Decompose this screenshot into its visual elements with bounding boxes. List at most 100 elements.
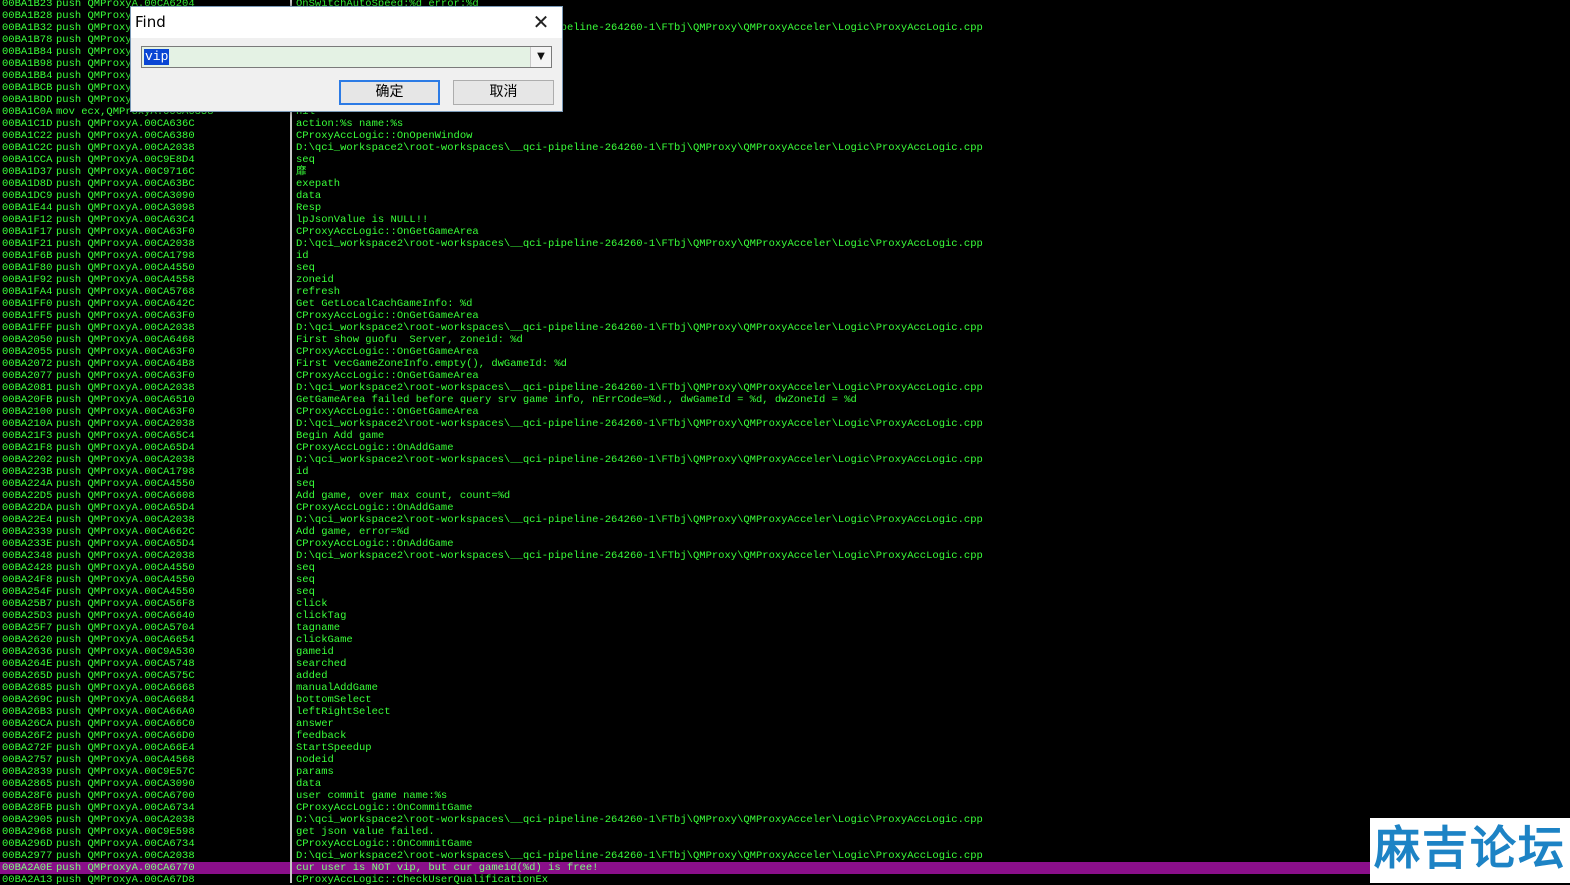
listing-row[interactable]: 00BA2100 push QMProxyA.00CA63F0 CProxyAc… <box>0 406 1570 418</box>
row-instruction: push QMProxyA.00CA6734 <box>56 838 195 850</box>
row-instruction: push QMProxyA.00C9716C <box>56 166 195 178</box>
listing-row[interactable]: 00BA21F3 push QMProxyA.00CA65C4 Begin Ad… <box>0 430 1570 442</box>
listing-row[interactable]: 00BA2839 push QMProxyA.00C9E57C params <box>0 766 1570 778</box>
listing-row[interactable]: 00BA26CA push QMProxyA.00CA66C0 answer <box>0 718 1570 730</box>
listing-row[interactable]: 00BA1DC9 push QMProxyA.00CA3090 data <box>0 190 1570 202</box>
row-instruction: push QMProxyA.00CA3090 <box>56 778 195 790</box>
listing-row[interactable]: 00BA25B7 push QMProxyA.00CA56F8 click <box>0 598 1570 610</box>
listing-row[interactable]: 00BA2A0E push QMProxyA.00CA6770 cur user… <box>0 862 1570 874</box>
listing-row[interactable]: 00BA28F6 push QMProxyA.00CA6700 user com… <box>0 790 1570 802</box>
listing-row[interactable]: 00BA2905 push QMProxyA.00CA2038 D:\qci_w… <box>0 814 1570 826</box>
row-instruction: push QMProxyA.00CA63BC <box>56 178 195 190</box>
listing-row[interactable]: 00BA254F push QMProxyA.00CA4550 seq <box>0 586 1570 598</box>
listing-row[interactable]: 00BA2968 push QMProxyA.00C9E598 get json… <box>0 826 1570 838</box>
listing-row[interactable]: 00BA28FB push QMProxyA.00CA6734 CProxyAc… <box>0 802 1570 814</box>
row-string: gameid <box>296 646 334 658</box>
listing-row[interactable]: 00BA2348 push QMProxyA.00CA2038 D:\qci_w… <box>0 550 1570 562</box>
listing-row[interactable]: 00BA210A push QMProxyA.00CA2038 D:\qci_w… <box>0 418 1570 430</box>
search-combobox[interactable]: vip ▼ <box>141 46 552 68</box>
listing-row[interactable]: 00BA2077 push QMProxyA.00CA63F0 CProxyAc… <box>0 370 1570 382</box>
listing-row[interactable]: 00BA26B3 push QMProxyA.00CA66A0 leftRigh… <box>0 706 1570 718</box>
listing-row[interactable]: 00BA1E44 push QMProxyA.00CA3098 Resp <box>0 202 1570 214</box>
row-instruction: push QMProxyA.00CA65D4 <box>56 538 195 550</box>
listing-row[interactable]: 00BA224A push QMProxyA.00CA4550 seq <box>0 478 1570 490</box>
listing-row[interactable]: 00BA1F21 push QMProxyA.00CA2038 D:\qci_w… <box>0 238 1570 250</box>
listing-row[interactable]: 00BA22D5 push QMProxyA.00CA6608 Add game… <box>0 490 1570 502</box>
row-address: 00BA26B3 <box>2 706 53 718</box>
listing-row[interactable]: 00BA25F7 push QMProxyA.00CA5704 tagname <box>0 622 1570 634</box>
listing-row[interactable]: 00BA2050 push QMProxyA.00CA6468 First sh… <box>0 334 1570 346</box>
listing-row[interactable]: 00BA269C push QMProxyA.00CA6684 bottomSe… <box>0 694 1570 706</box>
row-address: 00BA1F6B <box>2 250 53 262</box>
listing-row[interactable]: 00BA2339 push QMProxyA.00CA662C Add game… <box>0 526 1570 538</box>
ok-button[interactable]: 确定 <box>339 80 440 105</box>
listing-row[interactable]: 00BA265D push QMProxyA.00CA575C added <box>0 670 1570 682</box>
row-address: 00BA2620 <box>2 634 53 646</box>
listing-row[interactable]: 00BA1C2C push QMProxyA.00CA2038 D:\qci_w… <box>0 142 1570 154</box>
row-instruction: push QMProxyA.00CA4558 <box>56 274 195 286</box>
search-input[interactable]: vip <box>144 49 170 65</box>
listing-row[interactable]: 00BA2072 push QMProxyA.00CA64B8 First ve… <box>0 358 1570 370</box>
listing-row[interactable]: 00BA2055 push QMProxyA.00CA63F0 CProxyAc… <box>0 346 1570 358</box>
row-instruction: push QMProxyA.00CA6684 <box>56 694 195 706</box>
listing-row[interactable]: 00BA1CCA push QMProxyA.00C9E8D4 seq <box>0 154 1570 166</box>
row-string: zoneid <box>296 274 334 286</box>
listing-row[interactable]: 00BA2757 push QMProxyA.00CA4568 nodeid <box>0 754 1570 766</box>
listing-row[interactable]: 00BA2865 push QMProxyA.00CA3090 data <box>0 778 1570 790</box>
row-string: id <box>296 250 309 262</box>
listing-row[interactable]: 00BA264E push QMProxyA.00CA5748 searched <box>0 658 1570 670</box>
listing-row[interactable]: 00BA2A13 push QMProxyA.00CA67D8 CProxyAc… <box>0 874 1570 885</box>
listing-row[interactable]: 00BA223B push QMProxyA.00CA1798 id <box>0 466 1570 478</box>
row-instruction: push QMProxyA.00CA66E4 <box>56 742 195 754</box>
listing-row[interactable]: 00BA1F6B push QMProxyA.00CA1798 id <box>0 250 1570 262</box>
row-address: 00BA2348 <box>2 550 53 562</box>
row-string: CProxyAccLogic::OnCommitGame <box>296 838 473 850</box>
listing-row[interactable]: 00BA20FB push QMProxyA.00CA6510 GetGameA… <box>0 394 1570 406</box>
listing-row[interactable]: 00BA24F8 push QMProxyA.00CA4550 seq <box>0 574 1570 586</box>
listing-row[interactable]: 00BA26F2 push QMProxyA.00CA66D0 feedback <box>0 730 1570 742</box>
row-address: 00BA1C2C <box>2 142 53 154</box>
listing-row[interactable]: 00BA1D8D push QMProxyA.00CA63BC exepath <box>0 178 1570 190</box>
listing-row[interactable]: 00BA2685 push QMProxyA.00CA6668 manualAd… <box>0 682 1570 694</box>
row-instruction: push QMProxyA.00CA6468 <box>56 334 195 346</box>
listing-row[interactable]: 00BA1C22 push QMProxyA.00CA6380 CProxyAc… <box>0 130 1570 142</box>
dialog-titlebar[interactable]: Find ✕ <box>131 7 562 38</box>
row-string: manualAddGame <box>296 682 378 694</box>
watermark-logo: 麻吉论坛 <box>1370 818 1570 883</box>
listing-row[interactable]: 00BA1FA4 push QMProxyA.00CA5768 refresh <box>0 286 1570 298</box>
listing-row[interactable]: 00BA1FF0 push QMProxyA.00CA642C Get GetL… <box>0 298 1570 310</box>
listing-row[interactable]: 00BA2620 push QMProxyA.00CA6654 clickGam… <box>0 634 1570 646</box>
listing-row[interactable]: 00BA1C1D push QMProxyA.00CA636C action:%… <box>0 118 1570 130</box>
listing-row[interactable]: 00BA1D37 push QMProxyA.00C9716C 靡 <box>0 166 1570 178</box>
chevron-down-icon[interactable]: ▼ <box>530 47 551 67</box>
listing-row[interactable]: 00BA2081 push QMProxyA.00CA2038 D:\qci_w… <box>0 382 1570 394</box>
row-instruction: push QMProxyA.00CA6510 <box>56 394 195 406</box>
close-icon[interactable]: ✕ <box>530 11 552 33</box>
row-string: CProxyAccLogic::OnAddGame <box>296 502 454 514</box>
listing-row[interactable]: 00BA1F80 push QMProxyA.00CA4550 seq <box>0 262 1570 274</box>
listing-row[interactable]: 00BA296D push QMProxyA.00CA6734 CProxyAc… <box>0 838 1570 850</box>
row-address: 00BA254F <box>2 586 53 598</box>
listing-row[interactable]: 00BA25D3 push QMProxyA.00CA6640 clickTag <box>0 610 1570 622</box>
listing-row[interactable]: 00BA2977 push QMProxyA.00CA2038 D:\qci_w… <box>0 850 1570 862</box>
listing-row[interactable]: 00BA1F92 push QMProxyA.00CA4558 zoneid <box>0 274 1570 286</box>
row-address: 00BA1FF5 <box>2 310 53 322</box>
listing-row[interactable]: 00BA1FFF push QMProxyA.00CA2038 D:\qci_w… <box>0 322 1570 334</box>
listing-row[interactable]: 00BA2202 push QMProxyA.00CA2038 D:\qci_w… <box>0 454 1570 466</box>
listing-row[interactable]: 00BA22DA push QMProxyA.00CA65D4 CProxyAc… <box>0 502 1570 514</box>
listing-row[interactable]: 00BA1FF5 push QMProxyA.00CA63F0 CProxyAc… <box>0 310 1570 322</box>
listing-row[interactable]: 00BA1F17 push QMProxyA.00CA63F0 CProxyAc… <box>0 226 1570 238</box>
row-string: StartSpeedup <box>296 742 372 754</box>
listing-row[interactable]: 00BA22E4 push QMProxyA.00CA2038 D:\qci_w… <box>0 514 1570 526</box>
listing-row[interactable]: 00BA272F push QMProxyA.00CA66E4 StartSpe… <box>0 742 1570 754</box>
cancel-button[interactable]: 取消 <box>453 80 554 105</box>
listing-row[interactable]: 00BA21F8 push QMProxyA.00CA65D4 CProxyAc… <box>0 442 1570 454</box>
listing-row[interactable]: 00BA2428 push QMProxyA.00CA4550 seq <box>0 562 1570 574</box>
column-divider[interactable] <box>290 0 292 883</box>
row-string: CProxyAccLogic::OnGetGameArea <box>296 226 479 238</box>
disassembly-listing[interactable]: 00BA1B23 push QMProxyA.00CA6204 OnSwitch… <box>0 0 1570 885</box>
listing-row[interactable]: 00BA1F12 push QMProxyA.00CA63C4 lpJsonVa… <box>0 214 1570 226</box>
listing-row[interactable]: 00BA2636 push QMProxyA.00C9A530 gameid <box>0 646 1570 658</box>
row-address: 00BA2A0E <box>2 862 53 874</box>
listing-row[interactable]: 00BA233E push QMProxyA.00CA65D4 CProxyAc… <box>0 538 1570 550</box>
